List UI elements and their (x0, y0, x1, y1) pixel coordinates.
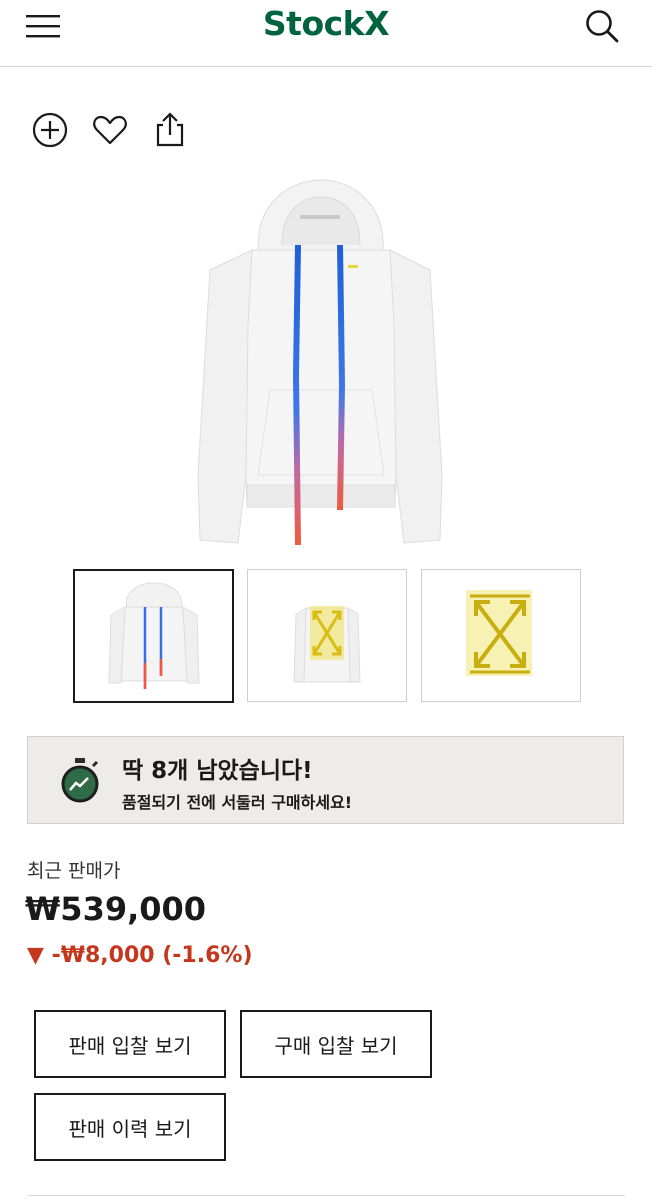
bottom-divider (27, 1195, 625, 1196)
thumbnail-back-image (293, 606, 361, 683)
recent-sale-price: ₩539,000 (25, 890, 207, 928)
top-header: StockX (0, 0, 652, 67)
recent-sale-label: 최근 판매가 (27, 860, 121, 882)
thumbnail-logo-detail[interactable] (421, 569, 581, 702)
price-down-arrow-icon: ▼ (27, 943, 44, 968)
add-icon[interactable] (30, 110, 70, 150)
thumbnail-front-image (108, 582, 200, 689)
view-buy-bids-button[interactable]: 구매 입찰 보기 (240, 1010, 432, 1078)
view-sell-bids-button[interactable]: 판매 입찰 보기 (34, 1010, 226, 1078)
thumbnail-back[interactable] (247, 569, 407, 702)
stock-alert-subtitle: 품절되기 전에 서둘러 구매하세요! (122, 793, 353, 812)
logo-text: Stock (262, 4, 365, 43)
search-icon[interactable] (582, 6, 622, 46)
share-icon[interactable] (150, 110, 190, 150)
thumbnail-logo-image (466, 590, 532, 676)
price-change: ▼ -₩8,000 (-1.6%) (27, 943, 253, 968)
stock-alert-title: 딱 8개 남았습니다! (122, 758, 313, 784)
product-image-hoodie (197, 179, 443, 546)
timer-icon (61, 758, 99, 803)
logo-x: X (364, 4, 390, 43)
low-stock-banner: 딱 8개 남았습니다! 품절되기 전에 서둘러 구매하세요! (27, 736, 624, 824)
price-change-value: -₩8,000 (-1.6%) (51, 943, 253, 968)
thumbnail-front[interactable] (73, 569, 234, 703)
stockx-logo[interactable]: StockX (0, 4, 652, 43)
view-sales-history-button[interactable]: 판매 이력 보기 (34, 1093, 226, 1161)
heart-icon[interactable] (90, 110, 130, 150)
